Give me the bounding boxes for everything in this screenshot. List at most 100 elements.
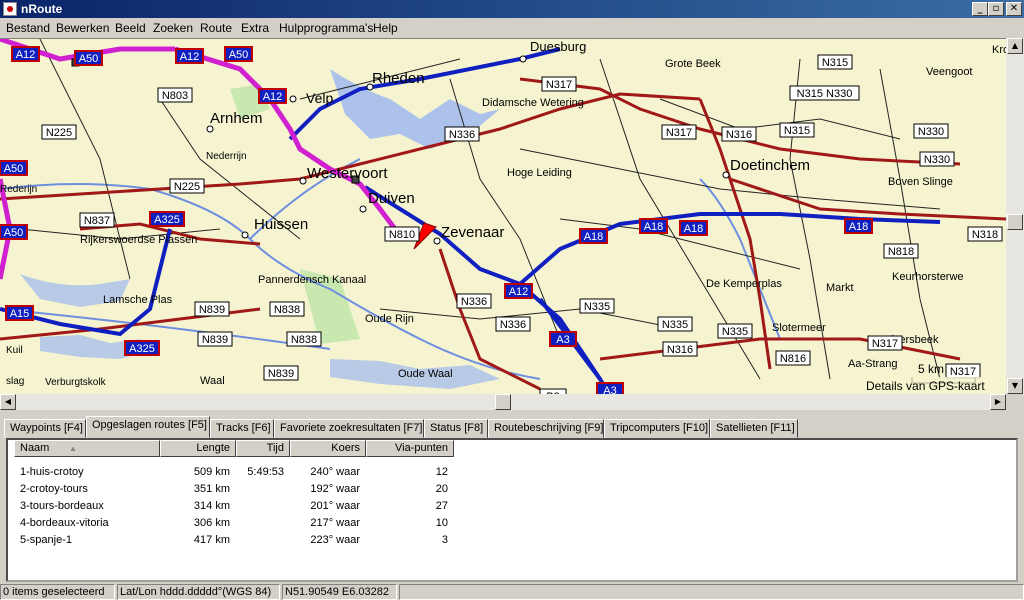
road-shield: N315: [779, 122, 815, 138]
town-label: Verburgtskolk: [45, 377, 107, 388]
road-shield-label: N336: [461, 296, 487, 308]
scroll-left-arrow-icon[interactable]: ◀: [0, 394, 16, 410]
road-shield: A12: [504, 283, 533, 299]
road-shield: A18: [844, 218, 873, 234]
map-canvas[interactable]: Duesburg Rheden Velp Arnhem Westervoort Duive…: [0, 39, 1006, 394]
town-label: Rijkerswoerdse Plassen: [80, 234, 197, 246]
road-shield: N336: [456, 293, 492, 309]
road-shield-label: N317: [666, 127, 692, 139]
road-shield-label: N838: [291, 334, 317, 346]
menu-extra[interactable]: Extra: [241, 22, 269, 35]
route-via-points-cell: 10: [435, 517, 448, 529]
menu-bestand[interactable]: Bestand: [6, 22, 50, 35]
tab-waypoints[interactable]: Waypoints [F4]: [4, 419, 86, 438]
road-shield: A3: [549, 331, 577, 347]
scroll-down-arrow-icon[interactable]: ▼: [1007, 378, 1023, 394]
map-horizontal-scrollbar[interactable]: ◀ ▶: [0, 394, 1006, 410]
town-label: De Kemperplas: [706, 278, 782, 290]
road-shield: A50: [0, 160, 28, 176]
town-label: Markt: [826, 282, 854, 294]
route-via-points-cell: 27: [435, 500, 448, 512]
road-shield: N838: [269, 301, 305, 317]
road-shield-label: N335: [584, 301, 610, 313]
route-via-points-cell: 20: [435, 483, 448, 495]
tab-tracks[interactable]: Tracks [F6]: [210, 419, 274, 438]
town-label: Boven Slinge: [888, 176, 953, 188]
column-header-length[interactable]: Lengte: [160, 440, 236, 457]
menu-beeld[interactable]: Beeld: [115, 22, 146, 35]
road-shield-label: N316: [667, 344, 693, 356]
table-row[interactable]: 5-spanje-1 417 km 223° waar 3: [8, 532, 1016, 549]
road-shield: N818: [883, 243, 919, 259]
menu-hulpprogrammas[interactable]: Hulpprogramma's: [279, 22, 373, 35]
town-label: Oude Waal: [398, 368, 453, 380]
route-course-cell: 223° waar: [310, 534, 360, 546]
tab-saved-routes[interactable]: Opgeslagen routes [F5]: [86, 416, 210, 438]
column-header-name[interactable]: Naam ▲: [14, 440, 160, 457]
column-header-name-label: Naam: [20, 442, 50, 454]
road-shield: N839: [194, 301, 230, 317]
status-bar: 0 items geselecteerd Lat/Lon hddd.ddddd°…: [0, 584, 1024, 600]
tab-favorite-search-results[interactable]: Favoriete zoekresultaten [F7]: [274, 419, 424, 438]
menu-zoeken[interactable]: Zoeken: [153, 22, 193, 35]
route-time-cell: 5:49:53: [247, 466, 284, 478]
tab-trip-computers[interactable]: Tripcomputers [F10]: [604, 419, 710, 438]
road-shield: N336: [444, 126, 480, 142]
road-shield-label: N839: [199, 304, 225, 316]
vertical-scroll-thumb[interactable]: [1007, 214, 1023, 230]
maximize-button[interactable]: ▫: [988, 2, 1004, 16]
tab-satellites[interactable]: Satellieten [F11]: [710, 419, 798, 438]
town-label: Zevenaar: [441, 224, 504, 241]
road-shield: N317: [541, 76, 577, 92]
road-shield-label: N335: [722, 326, 748, 338]
map-view[interactable]: Duesburg Rheden Velp Arnhem Westervoort Duive…: [0, 38, 1006, 394]
close-button[interactable]: ✕: [1006, 2, 1022, 16]
route-name-cell: 4-bordeaux-vitoria: [20, 517, 109, 529]
road-shield-label: A325: [154, 214, 180, 226]
road-shield: N225: [169, 178, 205, 194]
road-shield: N816: [775, 350, 811, 366]
road-shield: A18: [679, 220, 708, 236]
column-header-course[interactable]: Koers: [290, 440, 366, 457]
menu-bewerken[interactable]: Bewerken: [56, 22, 109, 35]
route-length-cell: 306 km: [193, 517, 230, 529]
scrollbar-corner: [1006, 394, 1024, 410]
menu-help[interactable]: Help: [373, 22, 398, 35]
status-coordinates: N51.90549 E6.03282: [282, 584, 397, 600]
road-shield: N316: [662, 341, 698, 357]
road-shield: N317: [945, 363, 981, 379]
road-shield: N810: [384, 226, 420, 242]
scroll-up-arrow-icon[interactable]: ▲: [1007, 38, 1023, 54]
road-shield-label: A325: [129, 343, 155, 355]
town-label: Rheden: [372, 70, 425, 87]
road-shield: A50: [74, 50, 103, 66]
table-row[interactable]: 4-bordeaux-vitoria 306 km 217° waar 10: [8, 515, 1016, 532]
road-shield-label: N317: [950, 366, 976, 378]
table-row[interactable]: 3-tours-bordeaux 314 km 201° waar 27: [8, 498, 1016, 515]
title-bar: nRoute _ ▫ ✕: [0, 0, 1024, 18]
horizontal-scroll-thumb[interactable]: [495, 394, 511, 410]
road-shield-label: N225: [46, 127, 72, 139]
road-shield: N316: [721, 126, 757, 142]
scale-label: 5 km: [918, 362, 944, 376]
menu-route[interactable]: Route: [200, 22, 232, 35]
window-title: nRoute: [21, 2, 63, 16]
table-row[interactable]: 2-crotoy-tours 351 km 192° waar 20: [8, 481, 1016, 498]
table-row[interactable]: 1-huis-crotoy 509 km 5:49:53 240° waar 1…: [8, 464, 1016, 481]
map-vertical-scrollbar[interactable]: ▲ ▼: [1006, 38, 1024, 394]
town-label: Huissen: [254, 216, 308, 233]
column-header-via-points[interactable]: Via-punten: [366, 440, 454, 457]
menu-bar: Bestand Bewerken Beeld Zoeken Route Extr…: [0, 18, 1024, 38]
town-label: Veengoot: [926, 66, 973, 78]
road-shield: N839: [197, 331, 233, 347]
column-header-time[interactable]: Tijd: [236, 440, 290, 457]
tab-route-directions[interactable]: Routebeschrijving [F9]: [488, 419, 604, 438]
road-shield: N838: [286, 331, 322, 347]
scroll-right-arrow-icon[interactable]: ▶: [990, 394, 1006, 410]
route-via-points-cell: 3: [441, 534, 448, 546]
town-label: Kuil: [6, 345, 23, 356]
tab-status[interactable]: Status [F8]: [424, 419, 488, 438]
minimize-button[interactable]: _: [972, 2, 988, 16]
town-label: Krooster: [992, 44, 1006, 56]
road-shield-label: N317: [872, 338, 898, 350]
